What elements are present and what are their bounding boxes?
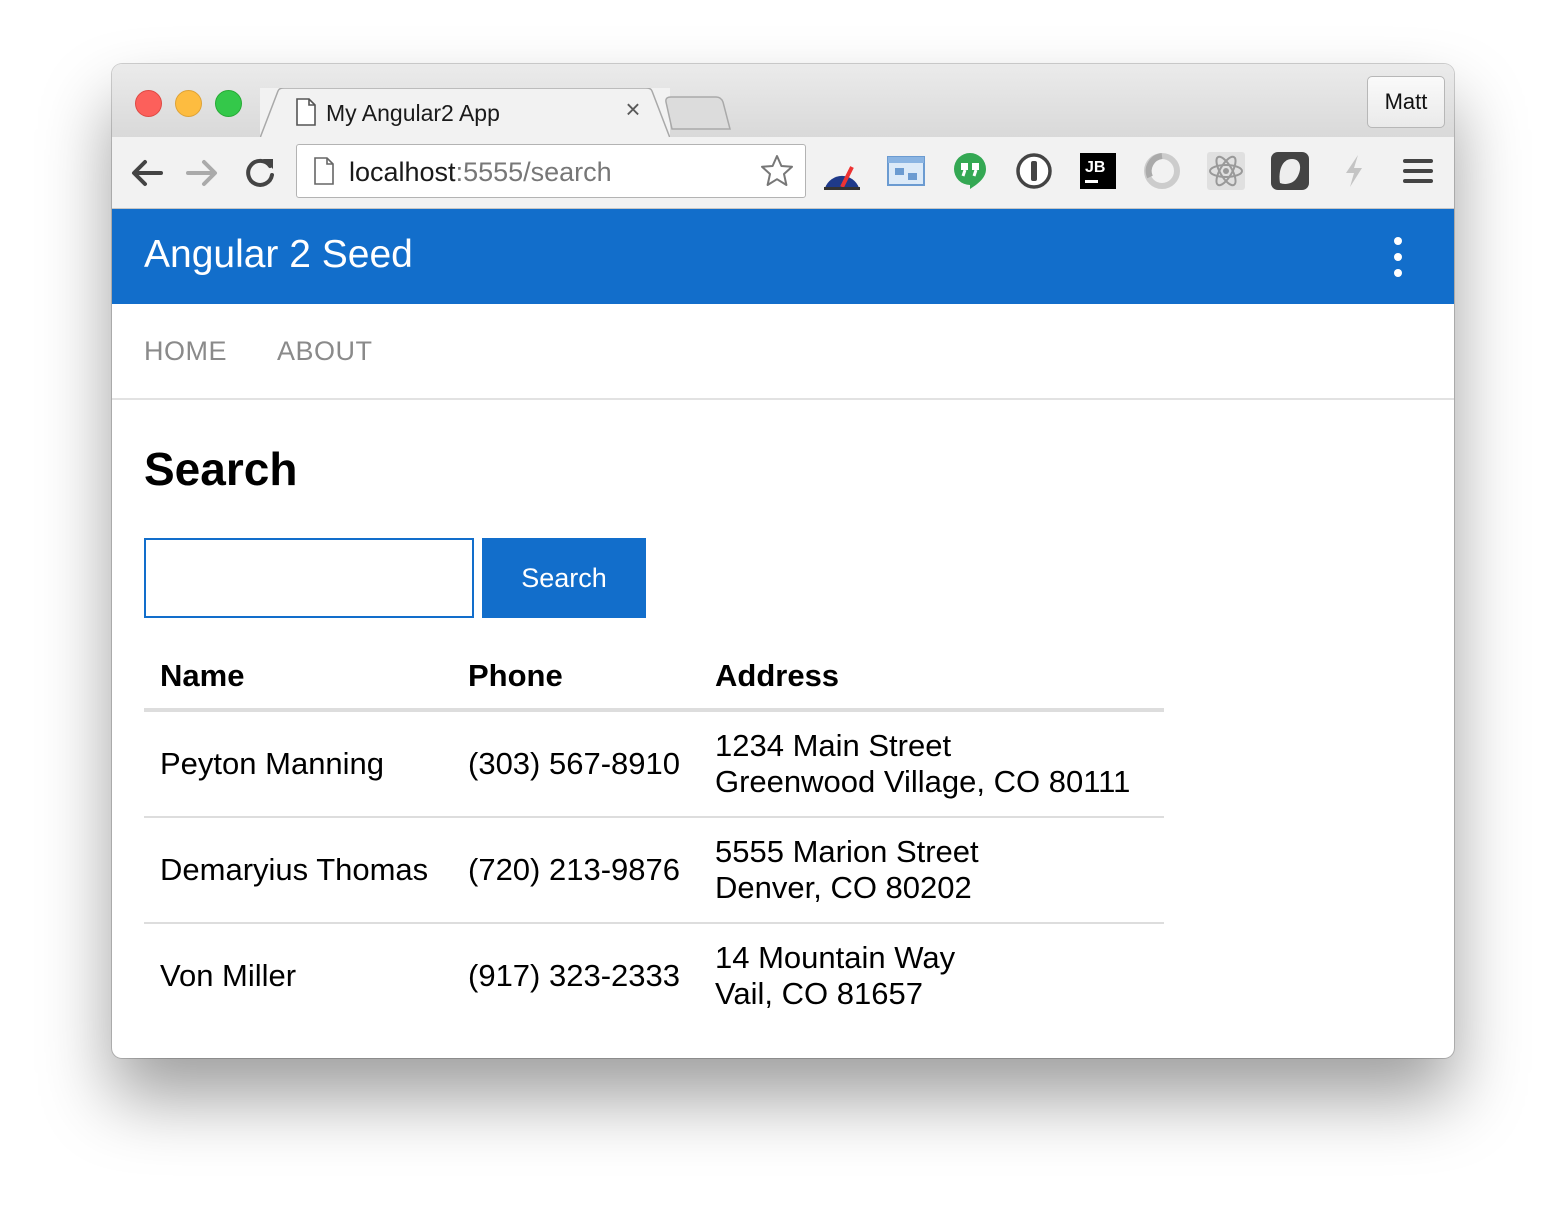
cell-phone: (303) 567-8910 xyxy=(468,746,680,781)
reload-icon[interactable] xyxy=(242,155,278,191)
address-bar[interactable]: localhost:5555/search xyxy=(296,144,806,198)
hangouts-extension-icon[interactable] xyxy=(950,151,990,191)
more-vert-icon[interactable] xyxy=(1390,237,1406,277)
url-path: :5555/search xyxy=(455,157,612,187)
tab-title: My Angular2 App xyxy=(326,100,500,126)
title-bar: My Angular2 App × Matt xyxy=(112,64,1454,138)
address-street: 5555 Marion Street xyxy=(715,834,979,869)
jetbrains-extension-icon[interactable]: JB xyxy=(1078,151,1118,191)
address-street: 1234 Main Street xyxy=(715,728,952,763)
1password-extension-icon[interactable] xyxy=(1014,151,1054,191)
cell-address: 14 Mountain Way Vail, CO 81657 xyxy=(699,922,1164,1028)
table-row: Demaryius Thomas (720) 213-9876 5555 Mar… xyxy=(144,816,1164,923)
app-title: Angular 2 Seed xyxy=(144,233,413,276)
column-header-phone: Phone xyxy=(452,644,699,712)
address-street: 14 Mountain Way xyxy=(715,940,956,975)
column-header-name: Name xyxy=(144,644,452,712)
nav-link-home[interactable]: HOME xyxy=(144,336,227,367)
close-window-button[interactable] xyxy=(135,90,162,117)
speedometer-extension-icon[interactable] xyxy=(822,151,862,191)
results-table: Name Phone Address Peyton Manning (303) … xyxy=(144,644,1164,1028)
lightning-extension-icon[interactable] xyxy=(1334,151,1374,191)
cell-phone: (917) 323-2333 xyxy=(452,922,699,1028)
address-city: Greenwood Village, CO 80111 xyxy=(715,764,1131,799)
table-row: Von Miller (917) 323-2333 14 Mountain Wa… xyxy=(144,922,1164,1028)
page-icon xyxy=(296,98,316,126)
browser-toolbar: localhost:5555/search JB xyxy=(112,137,1454,209)
bookmark-star-icon[interactable] xyxy=(759,153,795,189)
svg-text:JB: JB xyxy=(1085,159,1105,176)
url-text[interactable]: localhost:5555/search xyxy=(349,157,612,188)
table-header-row: Name Phone Address xyxy=(144,644,1164,712)
address-city: Vail, CO 81657 xyxy=(715,976,923,1011)
zoom-window-button[interactable] xyxy=(215,90,242,117)
forward-arrow-icon[interactable] xyxy=(184,155,220,191)
table-row: Peyton Manning (303) 567-8910 1234 Main … xyxy=(144,710,1164,817)
cell-name: Demaryius Thomas xyxy=(144,816,452,923)
search-button[interactable]: Search xyxy=(482,538,646,618)
wappalyzer-extension-icon[interactable] xyxy=(1142,151,1182,191)
profile-button[interactable]: Matt xyxy=(1367,76,1445,128)
browser-window: My Angular2 App × Matt localhost:5555/se… xyxy=(112,64,1454,1058)
column-header-address: Address xyxy=(699,644,1164,712)
back-arrow-icon[interactable] xyxy=(129,155,165,191)
minimize-window-button[interactable] xyxy=(175,90,202,117)
page-title: Search xyxy=(144,443,298,495)
screen-capture-extension-icon[interactable] xyxy=(886,151,926,191)
cell-name: Peyton Manning xyxy=(160,746,385,781)
ghostery-extension-icon[interactable] xyxy=(1270,151,1310,191)
cell-address: 5555 Marion Street Denver, CO 80202 xyxy=(699,816,1164,923)
cell-name: Von Miller xyxy=(144,922,452,1028)
url-host: localhost xyxy=(349,157,456,187)
page-icon xyxy=(314,157,334,185)
cell-address: 1234 Main Street Greenwood Village, CO 8… xyxy=(699,710,1164,817)
search-input[interactable] xyxy=(144,538,474,618)
new-tab-button[interactable] xyxy=(664,96,732,130)
address-city: Denver, CO 80202 xyxy=(715,870,972,905)
close-tab-icon[interactable]: × xyxy=(620,96,646,122)
main-nav: HOME ABOUT xyxy=(112,304,1454,400)
browser-menu-icon[interactable] xyxy=(1402,157,1434,185)
tab-active[interactable]: My Angular2 App × xyxy=(260,88,670,138)
cell-phone: (720) 213-9876 xyxy=(452,816,699,923)
nav-link-about[interactable]: ABOUT xyxy=(277,336,373,367)
react-devtools-extension-icon[interactable] xyxy=(1206,151,1246,191)
app-header: Angular 2 Seed xyxy=(112,209,1454,304)
